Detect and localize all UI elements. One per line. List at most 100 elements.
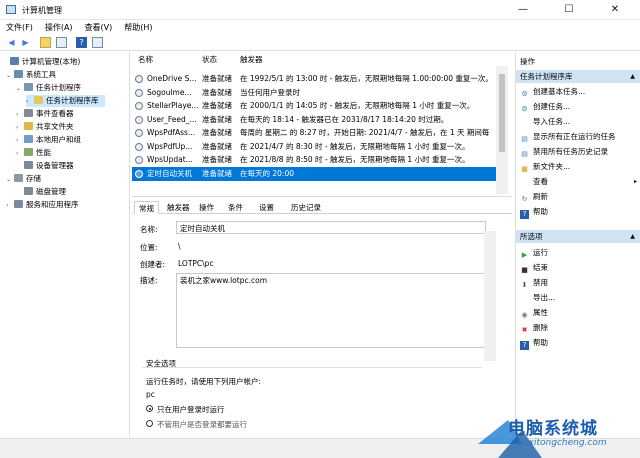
- table-row[interactable]: Sogoulme... 准备就绪 当任何用户登录时: [132, 86, 496, 100]
- device-manager-icon: [24, 161, 33, 169]
- author-value: LOTPC\pc: [178, 259, 214, 268]
- maximize-button[interactable]: ☐: [546, 0, 592, 20]
- action-create-task[interactable]: ⚙ 创建任务...: [520, 100, 570, 113]
- tree-item-local-users-groups[interactable]: › 本地用户和组: [16, 134, 81, 146]
- tab-actions[interactable]: 操作: [195, 201, 218, 214]
- expand-icon[interactable]: ›: [26, 96, 34, 108]
- action-help[interactable]: ? 帮助: [520, 205, 548, 219]
- action-properties[interactable]: ◉ 属性: [520, 306, 548, 319]
- menu-action[interactable]: 操作(A): [39, 20, 79, 35]
- tree-item-computer-management[interactable]: 计算机管理(本地): [2, 56, 80, 68]
- action-help-selected[interactable]: ? 帮助: [520, 336, 548, 350]
- action-display-running-tasks[interactable]: ▤ 显示所有正在运行的任务: [520, 130, 615, 143]
- collapse-icon[interactable]: ▲: [630, 230, 635, 243]
- task-clock-icon: [135, 143, 143, 151]
- menu-view[interactable]: 查看(V): [79, 20, 119, 35]
- radio-whether-logged-on[interactable]: [146, 420, 153, 427]
- collapse-icon[interactable]: ▲: [630, 70, 635, 83]
- tree-item-shared-folders[interactable]: › 共享文件夹: [16, 121, 74, 133]
- tree-item-disk-management[interactable]: 磁盘管理: [16, 186, 66, 198]
- detail-tabs: 常规 触发器 操作 条件 设置 历史记录: [132, 201, 512, 214]
- show-hide-action-pane-icon[interactable]: [92, 37, 103, 48]
- expand-icon[interactable]: ⌄: [16, 83, 24, 95]
- column-header-name[interactable]: 名称: [138, 54, 153, 65]
- tree-item-task-scheduler-library[interactable]: › 任务计划程序库: [26, 95, 105, 107]
- action-end[interactable]: ■ 结束: [520, 261, 548, 274]
- task-clock-icon: [135, 116, 143, 124]
- table-row[interactable]: User_Feed_... 准备就绪 在每天的 18:14 - 触发器已在 2031…: [132, 113, 496, 127]
- task-clock-icon: [135, 156, 143, 164]
- history-icon: ▤: [521, 150, 528, 158]
- tab-conditions[interactable]: 条件: [224, 201, 247, 214]
- folder-icon: ■: [521, 165, 528, 173]
- actions-section-selected[interactable]: 所选项 ▲: [516, 230, 640, 243]
- table-row[interactable]: WpsPdfUp... 准备就绪在 2021/4/7 的 8:30 时 - 触发后…: [132, 140, 496, 154]
- table-row[interactable]: StellarPlaye... 准备就绪在 2000/1/1 的 14:05 时 …: [132, 99, 496, 113]
- action-export[interactable]: 导出...: [520, 291, 555, 304]
- action-delete[interactable]: ✖ 删除: [520, 321, 548, 334]
- name-field[interactable]: 定时自动关机: [176, 221, 486, 234]
- action-disable-history[interactable]: ▤ 禁用所有任务历史记录: [520, 145, 608, 158]
- table-row[interactable]: WpsPdfAss... 准备就绪 每周的 星期二 的 8:27 时，开始日期: 2…: [132, 126, 496, 140]
- minimize-button[interactable]: —: [500, 0, 546, 20]
- expand-icon[interactable]: ›: [16, 122, 24, 134]
- tree-item-services-apps[interactable]: › 服务和应用程序: [6, 199, 79, 211]
- task-clock-icon: [135, 129, 143, 137]
- help-icon[interactable]: ?: [76, 37, 87, 48]
- tab-general[interactable]: 常规: [134, 201, 159, 214]
- menu-bar: 文件(F) 操作(A) 查看(V) 帮助(H): [0, 20, 640, 35]
- help-icon: ?: [520, 210, 529, 219]
- list-scrollbar[interactable]: [496, 66, 508, 194]
- action-refresh[interactable]: ↻ 刷新: [520, 190, 548, 203]
- actions-title: 操作: [520, 57, 535, 66]
- tree-item-event-viewer[interactable]: › 事件查看器: [16, 108, 74, 120]
- table-row[interactable]: WpsUpdat... 准备就绪在 2021/8/8 的 8:50 时 - 触发后…: [132, 153, 496, 167]
- action-disable[interactable]: ⬇ 禁用: [520, 276, 548, 289]
- performance-icon: [24, 148, 33, 156]
- event-viewer-icon: [24, 109, 33, 117]
- tab-settings[interactable]: 设置: [255, 201, 278, 214]
- tree-item-device-manager[interactable]: 设备管理器: [16, 160, 74, 172]
- table-row-selected[interactable]: 定时自动关机 准备就绪 在每天的 20:00: [132, 167, 496, 181]
- scrollbar-thumb[interactable]: [499, 74, 505, 152]
- submenu-arrow-icon: ▸: [633, 178, 637, 185]
- location-value: \: [178, 242, 181, 251]
- tab-triggers[interactable]: 触发器: [163, 201, 194, 214]
- action-run[interactable]: ▶ 运行: [520, 246, 548, 259]
- action-create-basic-task[interactable]: ⚙ 创建基本任务...: [520, 85, 585, 98]
- watermark-text: 电脑系统城: [508, 419, 598, 439]
- menu-file[interactable]: 文件(F): [0, 20, 39, 35]
- back-icon[interactable]: ◀: [6, 37, 17, 48]
- radio-logged-on-only[interactable]: [146, 405, 153, 412]
- tab-history[interactable]: 历史记录: [287, 201, 325, 214]
- action-new-folder[interactable]: ■ 新文件夹...: [520, 160, 570, 173]
- expand-icon[interactable]: ›: [16, 135, 24, 147]
- expand-icon[interactable]: ⌄: [6, 174, 14, 186]
- expand-icon[interactable]: ›: [16, 109, 24, 121]
- action-import-task[interactable]: 导入任务...: [520, 115, 570, 128]
- menu-help[interactable]: 帮助(H): [118, 20, 158, 35]
- show-hide-tree-icon[interactable]: [56, 37, 67, 48]
- detail-scrollbar[interactable]: [484, 231, 496, 361]
- forward-icon[interactable]: ▶: [20, 37, 31, 48]
- table-row[interactable]: OneDrive S... 准备就绪在 1992/5/1 的 13:00 时 - …: [132, 72, 496, 86]
- run-as-user: pc: [146, 390, 155, 399]
- task-detail-pane: 常规 触发器 操作 条件 设置 历史记录 名称: 定时自动关机 位置: \ 创建…: [132, 196, 512, 437]
- close-button[interactable]: ✕: [592, 0, 638, 20]
- actions-section-library[interactable]: 任务计划程序库 ▲: [516, 70, 640, 83]
- column-header-status[interactable]: 状态: [202, 54, 217, 65]
- task-clock-icon: [135, 75, 143, 83]
- expand-icon[interactable]: ›: [6, 200, 14, 212]
- expand-icon[interactable]: ›: [16, 148, 24, 160]
- tree-item-performance[interactable]: › 性能: [16, 147, 51, 159]
- up-folder-icon[interactable]: [40, 37, 51, 48]
- tree-item-storage[interactable]: ⌄ 存储: [6, 173, 41, 185]
- column-header-trigger[interactable]: 触发器: [240, 54, 263, 65]
- description-field[interactable]: 装机之家www.lotpc.com: [176, 273, 486, 348]
- expand-icon[interactable]: ⌄: [6, 70, 14, 82]
- action-view[interactable]: 查看 ▸: [520, 175, 637, 188]
- tree-item-task-scheduler[interactable]: ⌄ 任务计划程序: [16, 82, 81, 94]
- create-basic-task-icon: ⚙: [521, 90, 528, 98]
- properties-icon: ◉: [521, 311, 528, 319]
- tree-item-system-tools[interactable]: ⌄ 系统工具: [6, 69, 56, 81]
